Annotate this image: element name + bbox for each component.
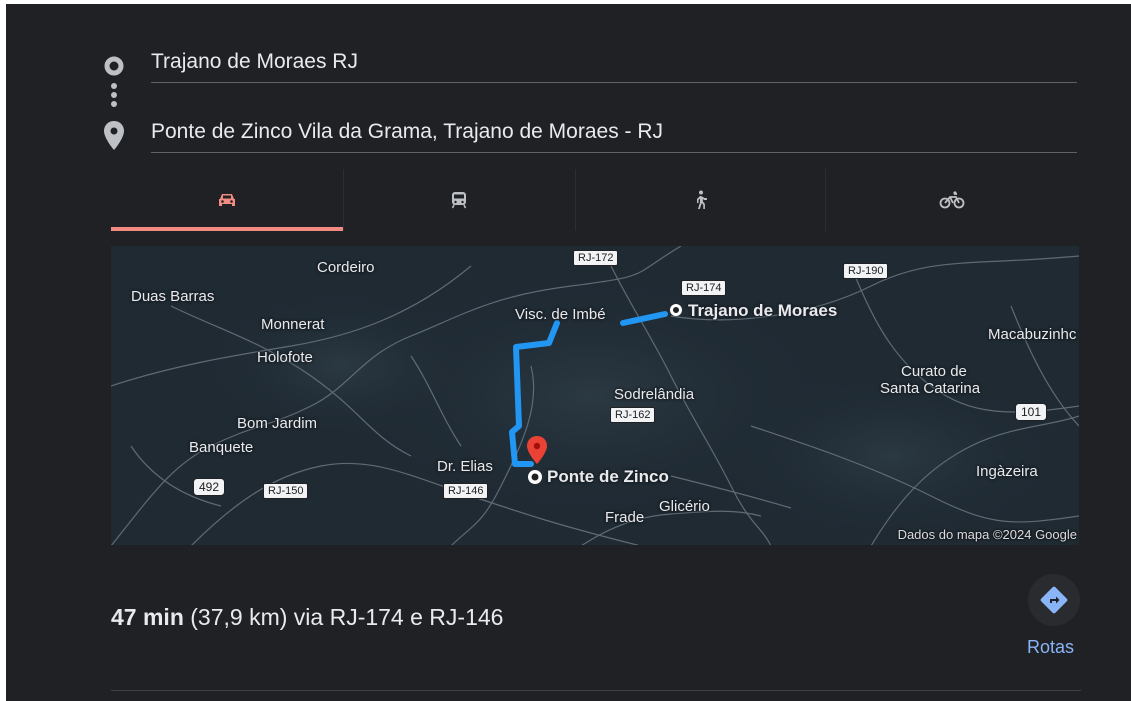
shield-rj190: RJ-190 — [843, 263, 889, 279]
place-label: Cordeiro — [317, 259, 375, 276]
bicycle-icon — [939, 191, 965, 209]
route-map[interactable]: RJ-172 RJ-174 RJ-190 RJ-162 101 492 RJ-1… — [111, 246, 1079, 545]
shield-rj150: RJ-150 — [263, 483, 309, 499]
route-dots — [110, 83, 118, 113]
route-details: (37,9 km) via RJ-174 e RJ-146 — [183, 604, 504, 630]
place-label: Sodrelândia — [614, 386, 695, 403]
tab-car[interactable] — [111, 169, 344, 231]
tab-cycling[interactable] — [825, 169, 1079, 231]
travel-mode-tabs — [111, 169, 1079, 231]
place-label: Bom Jardim — [237, 415, 318, 432]
destination-field[interactable]: Ponte de Zinco Vila da Grama, Trajano de… — [151, 114, 1077, 153]
shield-rj162: RJ-162 — [610, 407, 656, 423]
active-tab-indicator — [111, 227, 343, 231]
shield-492: 492 — [193, 478, 226, 496]
train-icon — [451, 192, 467, 209]
place-label: Glicério — [659, 498, 710, 515]
place-label: Santa Catarina — [880, 380, 981, 397]
origin-circle-icon — [104, 56, 124, 76]
walking-icon — [697, 190, 707, 209]
place-label: Monnerat — [261, 316, 325, 333]
rotas-link[interactable]: Rotas — [1027, 637, 1074, 658]
shield-rj174: RJ-174 — [681, 280, 727, 296]
shield-101: 101 — [1015, 403, 1048, 421]
place-label: Macabuzinhc — [988, 326, 1077, 343]
place-label: Dr. Elias — [437, 458, 493, 475]
place-label-destination: Ponte de Zinco — [547, 467, 669, 486]
shield-rj146: RJ-146 — [443, 483, 489, 499]
place-label: Duas Barras — [131, 288, 215, 305]
place-label: Visc. de Imbé — [515, 306, 606, 323]
directions-icon — [1040, 586, 1068, 614]
car-icon — [219, 194, 235, 206]
tab-walking[interactable] — [575, 169, 826, 231]
place-label: Frade — [605, 509, 645, 526]
origin-field[interactable]: Trajano de Moraes RJ — [151, 44, 1077, 83]
divider — [111, 690, 1081, 691]
place-label: Banquete — [189, 439, 254, 456]
place-label: Holofote — [257, 349, 313, 366]
route-duration: 47 min — [111, 604, 184, 630]
shield-rj172: RJ-172 — [573, 250, 619, 266]
tab-transit[interactable] — [343, 169, 576, 231]
rotas-button[interactable] — [1028, 574, 1080, 626]
route-summary: 47 min (37,9 km) via RJ-174 e RJ-146 — [111, 604, 503, 631]
place-label: Ingàzeira — [976, 463, 1038, 480]
map-credit: Dados do mapa ©2024 Google — [897, 527, 1077, 542]
place-label-origin: Trajano de Moraes — [688, 301, 838, 320]
place-label: Curato de — [901, 363, 967, 380]
location-pin-icon — [104, 121, 124, 150]
